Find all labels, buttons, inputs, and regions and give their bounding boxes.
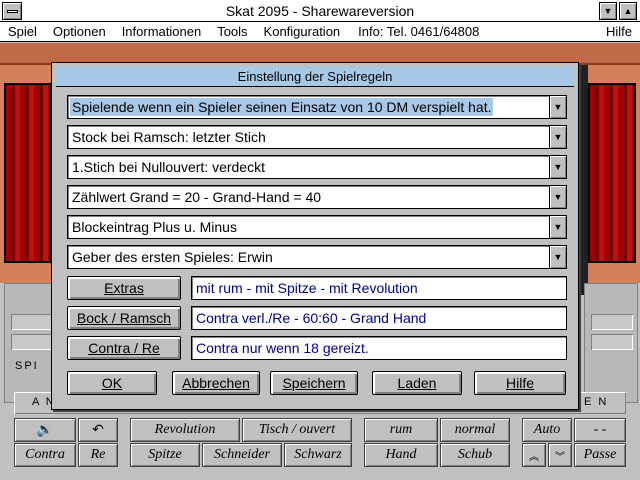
menu-konfiguration[interactable]: Konfiguration — [256, 24, 349, 39]
right-curtain — [588, 83, 636, 263]
scroll-down-button[interactable]: ︾ — [548, 443, 572, 467]
block-entry-dropdown-button[interactable]: ▼ — [549, 216, 566, 238]
grand-value-dropdown-button[interactable]: ▼ — [549, 186, 566, 208]
extras-button[interactable]: Extras — [67, 276, 181, 300]
chevron-down-icon: ▼ — [553, 252, 563, 262]
sound-button[interactable]: 🔊 — [14, 418, 76, 442]
right-side-panel — [584, 283, 638, 403]
first-dealer-select[interactable]: Geber des ersten Spieles: Erwin ▼ — [67, 245, 567, 269]
extras-summary: mit rum - mit Spitze - mit Revolution — [191, 276, 567, 300]
right-slot — [591, 314, 633, 330]
first-dealer-value: Geber des ersten Spieles: Erwin — [72, 249, 273, 265]
system-menu-icon — [6, 9, 18, 13]
schub-button[interactable]: Schub — [440, 443, 510, 467]
grand-value-select[interactable]: Zählwert Grand = 20 - Grand-Hand = 40 ▼ — [67, 185, 567, 209]
stock-ramsch-dropdown-button[interactable]: ▼ — [549, 126, 566, 148]
chevron-down-icon: ▼ — [553, 162, 563, 172]
chevron-down-icon: ▼ — [553, 222, 563, 232]
nullouvert-select[interactable]: 1.Stich bei Nullouvert: verdeckt ▼ — [67, 155, 567, 179]
scroll-up-button[interactable]: ︽ — [522, 443, 546, 467]
left-slot — [11, 314, 53, 330]
schneider-button[interactable]: Schneider — [202, 443, 282, 467]
revolution-button[interactable]: Revolution — [130, 418, 240, 442]
dialog-title: Einstellung der Spielregeln — [56, 67, 574, 87]
speaker-icon: 🔊 — [36, 422, 54, 438]
block-entry-value: Blockeintrag Plus u. Minus — [72, 219, 237, 235]
passe-button[interactable]: Passe — [574, 443, 626, 467]
nullouvert-dropdown-button[interactable]: ▼ — [549, 156, 566, 178]
menu-hilfe[interactable]: Hilfe — [598, 24, 640, 39]
minimize-button[interactable]: ▼ — [599, 2, 617, 20]
left-side-label: SPI — [15, 360, 39, 372]
menu-spiel[interactable]: Spiel — [0, 24, 45, 39]
maximize-button[interactable]: ▲ — [619, 2, 637, 20]
stock-ramsch-select[interactable]: Stock bei Ramsch: letzter Stich ▼ — [67, 125, 567, 149]
re-button[interactable]: Re — [78, 443, 118, 467]
contra-re-button[interactable]: Contra / Re — [67, 336, 181, 360]
rum-button[interactable]: rum — [364, 418, 438, 442]
auto-button[interactable]: Auto — [522, 418, 572, 442]
dash-button[interactable]: - - — [574, 418, 626, 442]
menu-optionen[interactable]: Optionen — [45, 24, 114, 39]
bock-ramsch-button[interactable]: Bock / Ramsch — [67, 306, 181, 330]
menu-informationen[interactable]: Informationen — [114, 24, 210, 39]
maximize-icon: ▲ — [623, 6, 633, 16]
menu-bar: Spiel Optionen Informationen Tools Konfi… — [0, 22, 640, 42]
hand-button[interactable]: Hand — [364, 443, 438, 467]
left-side-panel: SPI — [4, 283, 58, 403]
chevron-down-icon: ▼ — [553, 192, 563, 202]
ok-button[interactable]: OK — [67, 371, 157, 395]
grand-value-value: Zählwert Grand = 20 - Grand-Hand = 40 — [72, 189, 322, 205]
app-title: Skat 2095 - Sharewareversion — [225, 2, 415, 19]
left-curtain — [4, 83, 52, 263]
stock-ramsch-value: Stock bei Ramsch: letzter Stich — [72, 129, 266, 145]
rules-dialog: Einstellung der Spielregeln Spielende we… — [51, 62, 579, 410]
system-menu-button[interactable] — [2, 2, 22, 20]
undo-icon: ↶ — [92, 422, 104, 438]
tisch-ouvert-button[interactable]: Tisch / ouvert — [242, 418, 352, 442]
schwarz-button[interactable]: Schwarz — [284, 443, 352, 467]
contra-button[interactable]: Contra — [14, 443, 76, 467]
menu-tools[interactable]: Tools — [209, 24, 255, 39]
strip-right-label: E N — [584, 396, 609, 408]
chevron-down-icon: ▼ — [553, 102, 563, 112]
menu-info-phone[interactable]: Info: Tel. 0461/64808 — [348, 24, 487, 39]
double-up-icon: ︽ — [529, 451, 539, 463]
chevron-down-icon: ▼ — [553, 132, 563, 142]
game-end-dropdown-button[interactable]: ▼ — [549, 96, 566, 118]
minimize-icon: ▼ — [603, 6, 613, 16]
normal-button[interactable]: normal — [440, 418, 510, 442]
right-pillar — [580, 65, 588, 295]
block-entry-select[interactable]: Blockeintrag Plus u. Minus ▼ — [67, 215, 567, 239]
app-titlebar: Skat 2095 - Sharewareversion ▼ ▲ — [0, 0, 640, 22]
load-button[interactable]: Laden — [372, 371, 462, 395]
game-end-select[interactable]: Spielende wenn ein Spieler seinen Einsat… — [67, 95, 567, 119]
double-down-icon: ︾ — [555, 451, 565, 463]
contra-re-summary: Contra nur wenn 18 gereizt. — [191, 336, 567, 360]
spitze-button[interactable]: Spitze — [130, 443, 200, 467]
bock-ramsch-summary: Contra verl./Re - 60:60 - Grand Hand — [191, 306, 567, 330]
save-button[interactable]: Speichern — [270, 371, 358, 395]
undo-button[interactable]: ↶ — [78, 418, 118, 442]
first-dealer-dropdown-button[interactable]: ▼ — [549, 246, 566, 268]
help-button[interactable]: Hilfe — [474, 371, 566, 395]
nullouvert-value: 1.Stich bei Nullouvert: verdeckt — [72, 159, 265, 175]
cancel-button[interactable]: Abbrechen — [172, 371, 260, 395]
left-slot — [11, 334, 53, 350]
right-slot — [591, 334, 633, 350]
game-end-value: Spielende wenn ein Spieler seinen Einsat… — [70, 98, 494, 116]
